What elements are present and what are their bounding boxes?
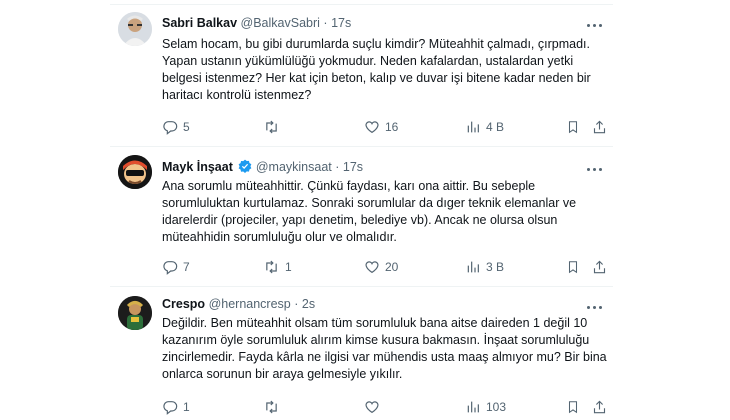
tweet-text: Ana sorumlu müteahhittir. Çünkü faydası,… (162, 179, 577, 244)
timeline: Sabri Balkav @BalkavSabri · 17s Selam ho… (110, 0, 613, 420)
views-button[interactable]: 3 B (465, 258, 504, 276)
views-button[interactable]: 4 B (465, 118, 504, 136)
timestamp[interactable]: 2s (302, 297, 315, 311)
views-chart-icon (467, 261, 479, 273)
like-button[interactable]: 16 (364, 118, 398, 136)
share-button[interactable] (592, 398, 607, 416)
share-icon (593, 400, 606, 414)
retweet-icon (266, 400, 277, 414)
tweet-text: Selam hocam, bu gibi durumlarda suçlu ki… (162, 37, 591, 102)
reply-button[interactable]: 1 (162, 398, 190, 416)
views-count: 4 B (486, 120, 505, 134)
views-count: 3 B (486, 260, 505, 274)
tweet-2[interactable]: Mayk İnşaat @maykinsaat · 17s Ana soruml… (110, 146, 613, 286)
reply-button[interactable]: 5 (162, 118, 190, 136)
reply-icon (163, 121, 178, 135)
author-handle[interactable]: @maykinsaat (256, 160, 332, 174)
bookmark-icon (568, 401, 578, 414)
reply-icon (163, 401, 178, 415)
share-icon (593, 120, 606, 134)
avatar-sabri[interactable] (118, 12, 152, 46)
author-handle[interactable]: @hernancresp (209, 297, 291, 311)
reply-count: 5 (183, 120, 190, 134)
tweet-1[interactable]: Sabri Balkav @BalkavSabri · 17s Selam ho… (110, 0, 613, 146)
author-handle[interactable]: @BalkavSabri (241, 16, 320, 30)
author-name[interactable]: Sabri Balkav (162, 16, 237, 30)
reply-count: 1 (183, 400, 190, 414)
retweet-icon (266, 120, 277, 134)
share-button[interactable] (592, 118, 607, 136)
like-button[interactable]: 20 (364, 258, 398, 276)
views-button[interactable]: 103 (465, 398, 506, 416)
views-chart-icon (467, 401, 479, 413)
reply-button[interactable]: 7 (162, 258, 190, 276)
retweet-button[interactable] (263, 398, 285, 416)
separator-dot: · (335, 160, 340, 174)
author-name[interactable]: Crespo (162, 297, 205, 311)
more-icon[interactable] (585, 300, 605, 314)
bookmark-button[interactable] (566, 398, 580, 416)
author-name[interactable]: Mayk İnşaat (162, 160, 233, 174)
more-icon[interactable] (585, 162, 605, 176)
retweet-count: 1 (285, 260, 292, 274)
timestamp[interactable]: 17s (331, 16, 351, 30)
avatar-mayk[interactable] (118, 155, 152, 189)
reply-count: 7 (183, 260, 190, 274)
views-count: 103 (486, 400, 507, 414)
tweet-actions: 5 16 4 B (162, 118, 606, 136)
like-count: 16 (385, 120, 399, 134)
retweet-icon (266, 260, 277, 274)
reply-icon (163, 261, 178, 275)
tweet-header: Mayk İnşaat @maykinsaat · 17s (162, 159, 363, 174)
like-count: 20 (385, 260, 399, 274)
share-icon (593, 260, 606, 274)
like-button[interactable] (364, 398, 385, 416)
views-chart-icon (467, 121, 479, 133)
heart-icon (365, 261, 379, 274)
tweet-header: Crespo @hernancresp · 2s (162, 297, 315, 311)
tweet-actions: 7 1 20 3 B (162, 258, 606, 276)
timestamp[interactable]: 17s (343, 160, 363, 174)
share-button[interactable] (592, 258, 607, 276)
more-icon[interactable] (585, 18, 605, 32)
tweet-text: Değildir. Ben müteahhit olsam tüm soruml… (162, 316, 607, 381)
verified-badge-icon (239, 159, 252, 173)
avatar-crespo[interactable] (118, 296, 152, 330)
bookmark-button[interactable] (566, 258, 580, 276)
heart-icon (365, 121, 379, 134)
bookmark-icon (568, 121, 578, 134)
bookmark-icon (568, 261, 578, 274)
separator-dot: · (294, 297, 299, 311)
retweet-button[interactable]: 1 (263, 258, 292, 276)
tweet-header: Sabri Balkav @BalkavSabri · 17s (162, 16, 351, 30)
heart-icon (365, 401, 379, 414)
retweet-button[interactable] (263, 118, 285, 136)
tweet-actions: 1 103 (162, 398, 606, 416)
tweet-3[interactable]: Crespo @hernancresp · 2s Değildir. Ben m… (110, 286, 613, 420)
separator-dot: · (323, 16, 328, 30)
bookmark-button[interactable] (566, 118, 580, 136)
